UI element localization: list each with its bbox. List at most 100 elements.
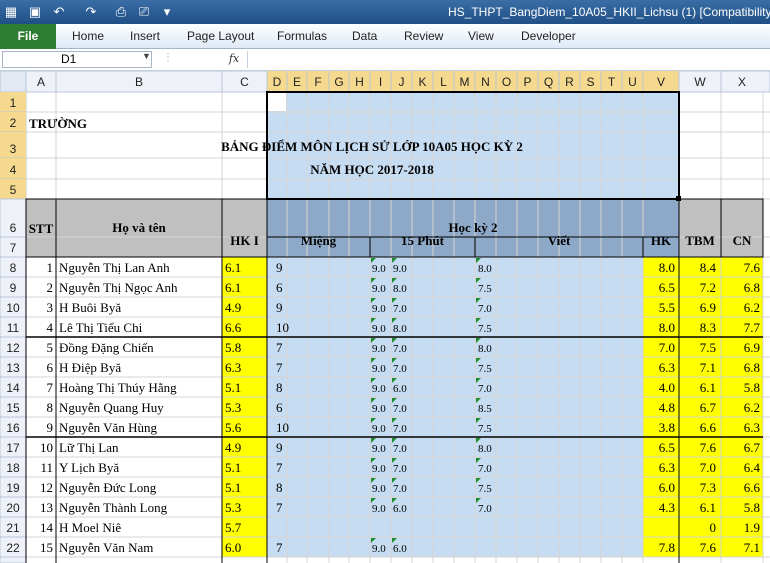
column-header-a[interactable]: A	[37, 75, 45, 89]
tbm-cell[interactable]: 7.6	[700, 540, 717, 555]
p15-cell[interactable]: 9.0	[372, 403, 386, 415]
mieng-cell[interactable]: 6	[276, 280, 283, 295]
hk1-cell[interactable]: 4.9	[225, 300, 241, 315]
viet-cell[interactable]: 7.5	[478, 323, 492, 335]
hk-cell[interactable]: 4.3	[659, 500, 675, 515]
name-cell[interactable]: Y Lịch Byă	[59, 460, 119, 475]
hk-cell[interactable]: 6.3	[659, 460, 675, 475]
p15-cell[interactable]: 9.0	[372, 283, 386, 295]
cn-cell[interactable]: 7.1	[744, 540, 760, 555]
cn-cell[interactable]: 6.8	[744, 280, 760, 295]
tbm-cell[interactable]: 7.5	[700, 340, 716, 355]
name-cell[interactable]: Lê Thị Tiểu Chi	[59, 320, 143, 335]
hk-cell[interactable]: 6.5	[659, 280, 675, 295]
column-header-m[interactable]: M	[460, 75, 470, 89]
mieng-cell[interactable]: 7	[276, 340, 283, 355]
tab-developer[interactable]: Developer	[521, 29, 576, 43]
column-header-t[interactable]: T	[608, 75, 616, 89]
viet-cell[interactable]: 8.0	[478, 263, 492, 275]
column-header-s[interactable]: S	[586, 75, 594, 89]
tbm-cell[interactable]: 7.2	[700, 280, 716, 295]
name-cell[interactable]: Nguyễn Thị Lan Anh	[59, 260, 170, 275]
mieng-cell[interactable]: 7	[276, 460, 283, 475]
select-all-button[interactable]	[0, 71, 27, 93]
row-header-1[interactable]: 1	[10, 96, 17, 110]
column-header-k[interactable]: K	[418, 75, 426, 89]
tbm-cell[interactable]: 6.6	[700, 420, 717, 435]
mieng-cell[interactable]: 6	[276, 400, 283, 415]
row-header-20[interactable]: 20	[6, 501, 20, 515]
tbm-cell[interactable]: 7.3	[700, 480, 716, 495]
hk-cell[interactable]: 6.3	[659, 360, 675, 375]
mieng-cell[interactable]: 10	[276, 420, 289, 435]
tbm-cell[interactable]: 6.1	[700, 380, 716, 395]
p15-cell[interactable]: 9.0	[372, 383, 386, 395]
hk-cell[interactable]: 6.0	[659, 480, 675, 495]
hk-cell[interactable]: 8.0	[659, 320, 675, 335]
stt-cell[interactable]: 9	[47, 420, 54, 435]
formula-input[interactable]	[247, 51, 770, 68]
viet-cell[interactable]: 8.0	[478, 443, 492, 455]
hk1-cell[interactable]: 5.3	[225, 400, 241, 415]
name-box-dropdown-icon[interactable]: ▼	[142, 51, 151, 61]
column-header-q[interactable]: Q	[544, 75, 553, 89]
p15-cell[interactable]: 9.0	[372, 303, 386, 315]
row-header-16[interactable]: 16	[6, 421, 20, 435]
mieng-cell[interactable]: 7	[276, 500, 283, 515]
row-header-11[interactable]: 11	[7, 321, 20, 335]
cn-cell[interactable]: 7.6	[744, 260, 761, 275]
insert-function-button[interactable]: fx	[222, 51, 246, 68]
cn-cell[interactable]: 5.8	[744, 380, 760, 395]
p15-cell[interactable]: 7.0	[393, 443, 407, 455]
stt-cell[interactable]: 11	[40, 460, 53, 475]
active-cell[interactable]	[268, 93, 286, 111]
viet-cell[interactable]: 8.0	[478, 343, 492, 355]
hk-cell[interactable]: 7.0	[659, 340, 675, 355]
p15-cell[interactable]: 9.0	[372, 463, 386, 475]
name-cell[interactable]: Nguyễn Văn Nam	[59, 540, 153, 555]
p15-cell[interactable]: 9.0	[372, 503, 386, 515]
mieng-cell[interactable]: 9	[276, 300, 283, 315]
name-cell[interactable]: Đồng Đặng Chiến	[59, 340, 154, 355]
p15-cell[interactable]: 7.0	[393, 423, 407, 435]
mieng-cell[interactable]: 7	[276, 540, 283, 555]
p15-cell[interactable]: 9.0	[372, 423, 386, 435]
column-header-i[interactable]: I	[379, 75, 382, 89]
p15-cell[interactable]: 7.0	[393, 403, 407, 415]
viet-cell[interactable]: 8.5	[478, 403, 492, 415]
stt-cell[interactable]: 7	[47, 380, 54, 395]
stt-cell[interactable]: 13	[40, 500, 53, 515]
p15-cell[interactable]: 6.0	[393, 383, 407, 395]
hk1-cell[interactable]: 6.3	[225, 360, 241, 375]
cn-cell[interactable]: 6.2	[744, 300, 760, 315]
hk1-cell[interactable]: 6.1	[225, 280, 241, 295]
mieng-cell[interactable]: 9	[276, 260, 283, 275]
stt-cell[interactable]: 14	[40, 520, 54, 535]
column-header-u[interactable]: U	[628, 75, 637, 89]
hk-cell[interactable]: 4.8	[659, 400, 675, 415]
p15-cell[interactable]: 6.0	[393, 543, 407, 555]
mieng-cell[interactable]: 9	[276, 440, 283, 455]
row-header-12[interactable]: 12	[6, 341, 20, 355]
print-preview-icon[interactable]: ⎙	[112, 3, 130, 21]
row-header-7[interactable]: 7	[10, 241, 17, 255]
p15-cell[interactable]: 7.0	[393, 343, 407, 355]
column-header-d[interactable]: D	[273, 75, 282, 89]
row-header-10[interactable]: 10	[6, 301, 20, 315]
row-header-9[interactable]: 9	[10, 281, 17, 295]
row-header-4[interactable]: 4	[10, 163, 17, 177]
column-header-n[interactable]: N	[481, 75, 490, 89]
hk1-cell[interactable]: 6.0	[225, 540, 241, 555]
row-header-13[interactable]: 13	[6, 361, 20, 375]
viet-cell[interactable]: 7.5	[478, 483, 492, 495]
column-header-o[interactable]: O	[502, 75, 511, 89]
cn-cell[interactable]: 6.3	[744, 420, 760, 435]
p15-cell[interactable]: 7.0	[393, 303, 407, 315]
viet-cell[interactable]: 7.0	[478, 503, 492, 515]
hk1-cell[interactable]: 6.6	[225, 320, 242, 335]
name-cell[interactable]: Nguyễn Đức Long	[59, 480, 157, 495]
tbm-cell[interactable]: 6.7	[700, 400, 717, 415]
tab-data[interactable]: Data	[352, 29, 377, 43]
tab-page-layout[interactable]: Page Layout	[187, 29, 254, 43]
p15-cell[interactable]: 6.0	[393, 503, 407, 515]
